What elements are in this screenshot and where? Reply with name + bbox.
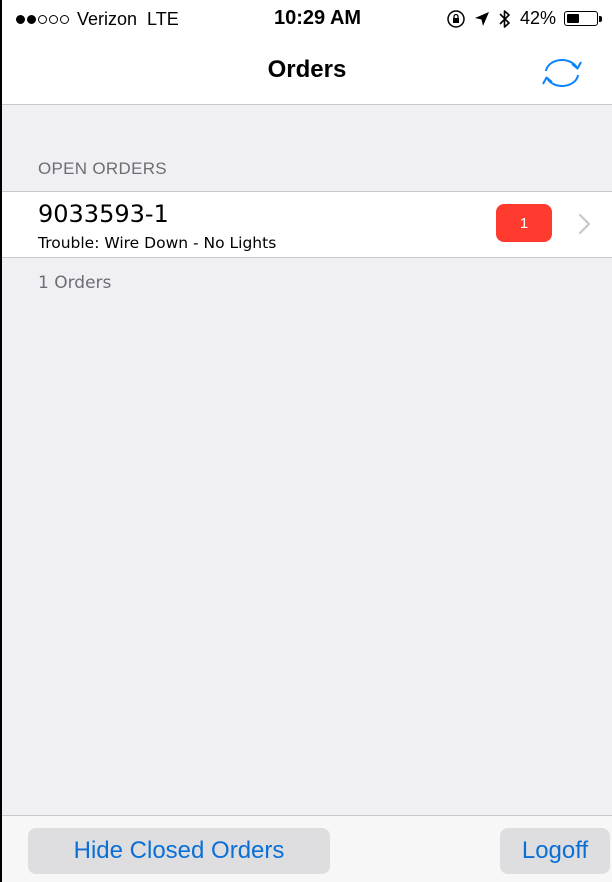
status-right: 42% — [446, 8, 602, 29]
network-type: LTE — [147, 9, 179, 29]
carrier-name: Verizon — [77, 9, 138, 29]
refresh-button[interactable] — [540, 53, 584, 93]
bottom-toolbar: Hide Closed Orders Logoff — [2, 815, 612, 882]
status-bar: Verizon LTE 10:29 AM 42% — [2, 0, 612, 40]
battery-tip — [599, 15, 602, 22]
logoff-button[interactable]: Logoff — [500, 828, 610, 874]
signal-strength-icon — [16, 15, 69, 24]
battery-fill — [567, 14, 579, 23]
status-time: 10:29 AM — [274, 7, 362, 29]
signal-dot — [49, 15, 58, 24]
battery-percent: 42% — [519, 8, 556, 28]
signal-dot — [38, 15, 47, 24]
navigation-bar: Orders — [2, 40, 612, 105]
signal-dot — [27, 15, 36, 24]
section-header-open-orders: OPEN ORDERS — [38, 159, 167, 178]
order-description: Trouble: Wire Down - No Lights — [38, 234, 277, 252]
page-title: Orders — [267, 56, 347, 83]
bluetooth-icon — [498, 9, 512, 29]
chevron-right-icon — [578, 213, 591, 235]
refresh-icon — [542, 59, 582, 87]
battery-icon — [564, 11, 602, 26]
signal-dot — [16, 15, 25, 24]
order-row[interactable]: 9033593-1 Trouble: Wire Down - No Lights… — [2, 191, 612, 258]
order-badge: 1 — [496, 204, 552, 242]
location-arrow-icon — [474, 11, 490, 27]
signal-dot — [60, 15, 69, 24]
orientation-lock-icon — [446, 9, 466, 29]
battery-body — [564, 11, 598, 26]
hide-closed-orders-button[interactable]: Hide Closed Orders — [28, 828, 330, 874]
status-left: Verizon LTE — [16, 9, 179, 30]
orders-count: 1 Orders — [38, 273, 112, 293]
order-id: 9033593-1 — [38, 200, 169, 228]
app-frame: Verizon LTE 10:29 AM 42% Orders OPEN ORD… — [0, 0, 612, 882]
